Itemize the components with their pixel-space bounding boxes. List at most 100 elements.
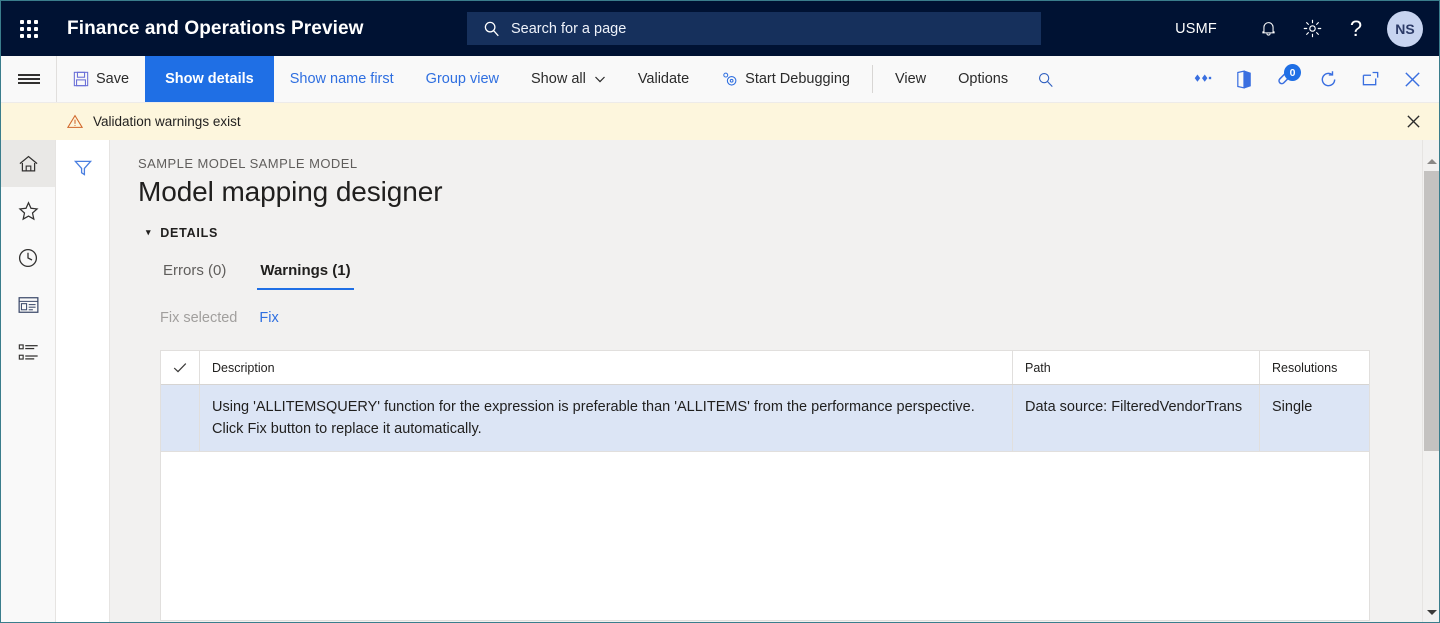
grid-actions: Fix selected Fix xyxy=(160,304,1439,332)
app-title: Finance and Operations Preview xyxy=(67,18,364,40)
scroll-down-button[interactable] xyxy=(1423,604,1439,621)
content-inner: SAMPLE MODEL SAMPLE MODEL Model mapping … xyxy=(110,140,1439,621)
search-icon xyxy=(1037,71,1054,88)
popout-icon[interactable] xyxy=(1349,56,1391,102)
cell-resolutions: Single xyxy=(1260,385,1370,451)
workspaces-icon xyxy=(18,296,39,314)
validation-tabs: Errors (0) Warnings (1) xyxy=(160,254,1439,290)
close-icon xyxy=(1406,114,1421,129)
attachments-badge: 0 xyxy=(1284,64,1301,81)
command-bar: Save Show details Show name first Group … xyxy=(1,56,1439,103)
validate-button-label: Validate xyxy=(638,71,689,87)
app-window: Finance and Operations Preview Search fo… xyxy=(0,0,1440,623)
close-form-button[interactable] xyxy=(1391,56,1433,102)
favorites-star-icon xyxy=(18,201,39,221)
filter-button[interactable] xyxy=(56,148,109,188)
debug-icon xyxy=(721,71,738,88)
column-header-resolutions[interactable]: Resolutions xyxy=(1260,351,1370,384)
show-name-first-button-label: Show name first xyxy=(290,71,394,87)
fix-selected-button[interactable]: Fix selected xyxy=(160,310,237,326)
scroll-up-button[interactable] xyxy=(1423,153,1439,170)
show-name-first-button[interactable]: Show name first xyxy=(274,56,410,102)
show-details-button[interactable]: Show details xyxy=(145,56,274,102)
start-debugging-button-label: Start Debugging xyxy=(745,71,850,87)
fix-button[interactable]: Fix xyxy=(259,310,278,326)
global-search-placeholder: Search for a page xyxy=(511,21,626,37)
command-bar-search-icon[interactable] xyxy=(1024,56,1066,102)
save-button[interactable]: Save xyxy=(57,56,145,102)
app-launcher-icon[interactable] xyxy=(1,1,57,56)
validate-button[interactable]: Validate xyxy=(622,56,705,102)
sidebar-item-home[interactable] xyxy=(1,140,55,187)
page-title: Model mapping designer xyxy=(138,176,1439,208)
open-new-window-icon xyxy=(1361,71,1380,88)
gear-icon xyxy=(1302,18,1323,39)
breadcrumb: SAMPLE MODEL SAMPLE MODEL xyxy=(138,156,1439,171)
group-view-button[interactable]: Group view xyxy=(410,56,515,102)
refresh-icon[interactable] xyxy=(1307,56,1349,102)
attachments-icon[interactable]: 0 xyxy=(1265,56,1307,102)
question-mark-icon: ? xyxy=(1350,18,1362,40)
modules-list-icon xyxy=(18,343,39,361)
dismiss-message-bar-button[interactable] xyxy=(1395,103,1431,140)
triangle-up-icon xyxy=(1427,159,1437,164)
sidebar-item-recent[interactable] xyxy=(1,234,55,281)
warning-triangle-icon xyxy=(67,114,83,129)
filter-funnel-icon xyxy=(73,158,93,178)
avatar[interactable]: NS xyxy=(1387,11,1423,47)
tab-errors[interactable]: Errors (0) xyxy=(160,262,229,290)
view-menu-button[interactable]: View xyxy=(879,56,942,102)
row-select-checkbox[interactable] xyxy=(161,385,200,451)
settings-gear-icon[interactable] xyxy=(1293,10,1331,48)
column-header-path[interactable]: Path xyxy=(1013,351,1260,384)
main-content: SAMPLE MODEL SAMPLE MODEL Model mapping … xyxy=(110,140,1439,623)
book-panel-icon xyxy=(1235,70,1253,89)
sidebar-item-favorites[interactable] xyxy=(1,187,55,234)
validation-message-text: Validation warnings exist xyxy=(93,114,241,129)
triangle-down-icon xyxy=(1427,610,1437,615)
start-debugging-button[interactable]: Start Debugging xyxy=(705,56,866,102)
save-button-label: Save xyxy=(96,71,129,87)
top-navigation-bar: Finance and Operations Preview Search fo… xyxy=(1,1,1439,56)
select-all-header-cell[interactable] xyxy=(161,351,200,384)
scrollbar-thumb[interactable] xyxy=(1424,171,1439,451)
save-icon xyxy=(73,71,89,87)
column-header-description[interactable]: Description xyxy=(200,351,1013,384)
validation-message-bar: Validation warnings exist xyxy=(1,103,1439,140)
filter-pane xyxy=(56,140,110,623)
command-bar-right-actions: 0 xyxy=(1181,56,1433,102)
hamburger-lines xyxy=(18,71,40,86)
personalize-icon[interactable] xyxy=(1181,56,1223,102)
navigation-menu-icon[interactable] xyxy=(1,56,57,102)
chevron-down-icon xyxy=(594,73,606,85)
cell-path: Data source: FilteredVendorTrans xyxy=(1013,385,1260,451)
view-menu-label: View xyxy=(895,71,926,87)
table-row[interactable]: Using 'ALLITEMSQUERY' function for the e… xyxy=(161,385,1369,452)
navigation-rail xyxy=(1,140,56,623)
grid-empty-area xyxy=(161,452,1369,620)
details-section-header[interactable]: ▾ DETAILS xyxy=(146,226,1439,240)
waffle-grid xyxy=(20,20,38,38)
warnings-grid: Description Path Resolutions Using 'ALLI… xyxy=(160,350,1370,621)
help-icon[interactable]: ? xyxy=(1337,10,1375,48)
company-selector[interactable]: USMF xyxy=(1175,21,1217,37)
notifications-icon[interactable] xyxy=(1249,10,1287,48)
open-in-new-window-icon[interactable] xyxy=(1223,56,1265,102)
show-all-label: Show all xyxy=(531,71,586,87)
options-menu-button[interactable]: Options xyxy=(942,56,1024,102)
recent-clock-icon xyxy=(18,248,38,268)
content-vertical-scrollbar[interactable] xyxy=(1422,140,1439,623)
group-view-button-label: Group view xyxy=(426,71,499,87)
top-bar-actions: USMF xyxy=(1175,1,1439,56)
show-all-dropdown[interactable]: Show all xyxy=(515,56,622,102)
page-body: SAMPLE MODEL SAMPLE MODEL Model mapping … xyxy=(1,140,1439,623)
options-menu-label: Options xyxy=(958,71,1008,87)
show-details-button-label: Show details xyxy=(165,71,254,87)
global-search-input[interactable]: Search for a page xyxy=(467,12,1041,45)
sidebar-item-modules[interactable] xyxy=(1,328,55,375)
tab-warnings[interactable]: Warnings (1) xyxy=(257,262,353,290)
bell-icon xyxy=(1259,19,1278,38)
search-icon xyxy=(483,20,500,37)
sidebar-item-workspaces[interactable] xyxy=(1,281,55,328)
command-bar-separator xyxy=(872,65,873,93)
